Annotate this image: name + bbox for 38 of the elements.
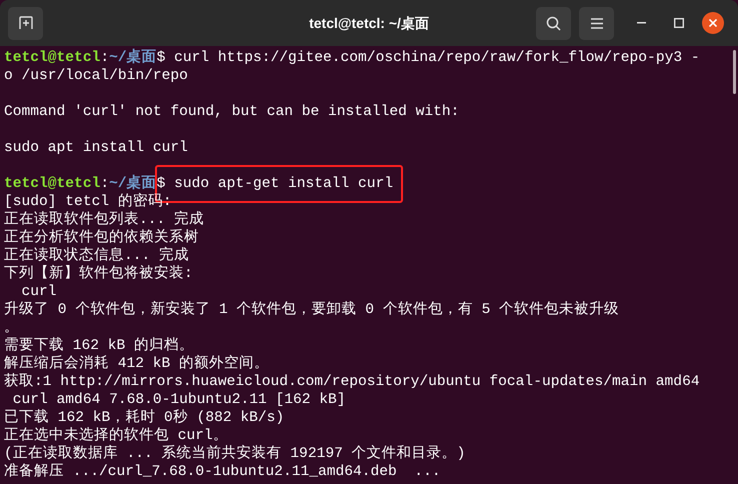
output-line: 升级了 0 个软件包，新安装了 1 个软件包，要卸载 0 个软件包，有 5 个软件包未被升级 — [4, 301, 620, 319]
close-icon — [709, 19, 717, 27]
output-line: (正在读取数据库 ... 系统当前共安装有 192197 个文件和目录。) — [4, 445, 466, 463]
prompt-path: ~/桌面 — [109, 175, 157, 192]
output-line: 解压缩后会消耗 412 kB 的额外空间。 — [4, 355, 270, 373]
output-line: 获取:1 http://mirrors.huaweicloud.com/repository/ubuntu focal-updates/main amd64 — [4, 373, 700, 391]
minimize-icon — [636, 22, 646, 24]
prompt-user: tetcl@tetcl — [4, 49, 100, 67]
search-button[interactable] — [536, 6, 571, 40]
output-line: sudo apt install curl — [4, 139, 188, 157]
menu-button[interactable] — [579, 6, 614, 40]
close-button[interactable] — [702, 12, 724, 34]
menu-icon — [590, 18, 602, 28]
output-line: 已下载 162 kB，耗时 0秒 (882 kB/s) — [4, 409, 284, 427]
output-line: curl amd64 7.68.0-1ubuntu2.11 [162 kB] — [12, 391, 346, 409]
prompt-path: ~/桌面 — [109, 49, 157, 67]
prompt-separator: : — [100, 49, 110, 67]
maximize-icon — [674, 18, 684, 28]
output-line: 正在分析软件包的依赖关系树 — [4, 229, 199, 246]
output-line: 准备解压 .../curl_7.68.0-1ubuntu2.11_amd64.deb ... — [4, 463, 441, 481]
prompt-user: tetcl@tetcl — [4, 175, 100, 193]
scrollbar-thumb[interactable] — [733, 50, 736, 94]
output-line: 下列【新】软件包将被安装: — [4, 265, 193, 283]
search-icon — [546, 16, 561, 30]
output-line: o /usr/local/bin/repo — [4, 67, 188, 85]
output-line: curl — [20, 283, 57, 301]
new-tab-icon — [18, 16, 32, 30]
window-title: tetcl@tetcl: ~/桌面 — [309, 14, 429, 32]
output-line: 正在读取状态信息... 完成 — [4, 247, 190, 264]
output-line: 。 — [4, 319, 19, 337]
output-line: 需要下载 162 kB 的归档。 — [4, 337, 194, 355]
prompt-separator: : — [100, 175, 110, 193]
new-tab-button[interactable] — [8, 6, 43, 40]
command-text: $ curl https://gitee.com/oschina/repo/raw/fork_flow/repo-py3 - — [156, 49, 700, 67]
output-line: [sudo] tetcl 的密码: — [4, 193, 172, 211]
output-line: 正在读取软件包列表... 完成 — [4, 211, 204, 229]
output-line: Command 'curl' not found, but can be installed with: — [4, 103, 460, 121]
output-line: 正在选中未选择的软件包 curl。 — [4, 427, 228, 444]
